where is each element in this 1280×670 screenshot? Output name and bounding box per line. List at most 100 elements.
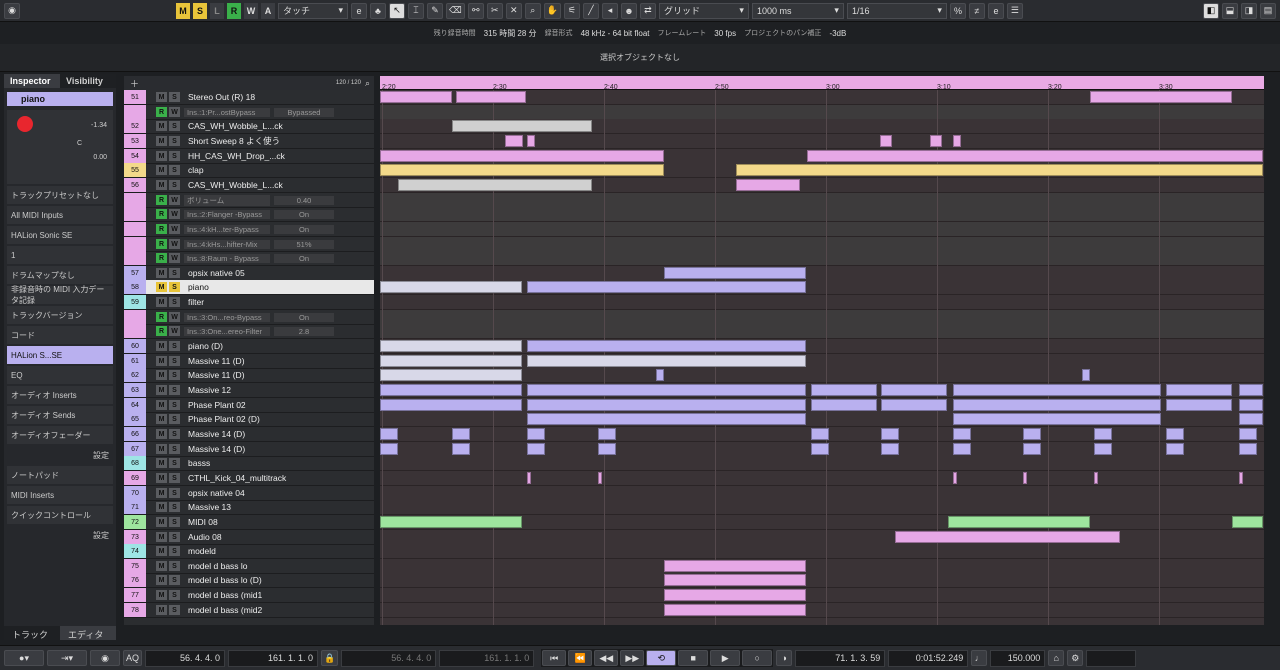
solo-button[interactable]: S xyxy=(169,590,180,600)
track-name[interactable]: piano (D) xyxy=(188,341,223,351)
arrange-lane[interactable] xyxy=(380,237,1264,252)
event[interactable] xyxy=(380,516,522,528)
grid-length-select[interactable]: 1000 ms ▾ xyxy=(751,2,844,19)
record-icon[interactable]: ○ xyxy=(742,650,773,666)
tab-visibility[interactable]: Visibility xyxy=(60,74,116,88)
eraser-tool-icon[interactable]: ⌫ xyxy=(446,2,465,19)
event[interactable] xyxy=(380,164,664,176)
track-name[interactable]: MIDI 08 xyxy=(188,517,218,527)
track-name[interactable]: modeld xyxy=(188,546,216,556)
event[interactable] xyxy=(527,281,806,293)
read-button[interactable]: R xyxy=(156,195,167,205)
solo-mode-button[interactable]: S xyxy=(193,2,207,19)
track-name[interactable]: Massive 11 (D) xyxy=(188,370,245,380)
mute-button[interactable]: M xyxy=(156,121,167,131)
track-row[interactable]: 57 M Sopsix native 05 xyxy=(124,266,374,281)
section-track-versions[interactable]: トラックバージョン xyxy=(7,306,113,324)
write-button[interactable]: W xyxy=(169,224,180,234)
settings-link[interactable]: 設定 xyxy=(7,446,113,464)
mute-button[interactable]: M xyxy=(156,458,167,468)
automation-value[interactable]: On xyxy=(274,209,334,219)
track-name[interactable]: model d bass lo xyxy=(188,561,248,571)
solo-button[interactable]: S xyxy=(169,444,180,454)
track-row[interactable]: 69 M S CTHL_Kick_04_multitrack xyxy=(124,471,374,486)
drum-map[interactable]: ドラムマップなし xyxy=(7,266,113,284)
write-button[interactable]: W xyxy=(169,107,180,117)
event[interactable] xyxy=(1239,443,1257,455)
arrange-lane[interactable] xyxy=(380,295,1264,310)
event[interactable] xyxy=(1166,399,1232,411)
event[interactable] xyxy=(953,428,971,440)
event[interactable] xyxy=(953,399,1161,411)
track-name[interactable]: model d bass lo (D) xyxy=(188,575,262,585)
solo-button[interactable]: S xyxy=(169,385,180,395)
event[interactable] xyxy=(1239,384,1263,396)
event[interactable] xyxy=(948,516,1090,528)
track-row[interactable]: 71 M S Massive 13 xyxy=(124,500,374,515)
line-tool-icon[interactable]: ╱ xyxy=(582,2,599,19)
write-button[interactable]: W xyxy=(169,239,180,249)
event[interactable] xyxy=(811,399,877,411)
track-row[interactable]: 59 M Sfilter xyxy=(124,295,374,310)
solo-button[interactable]: S xyxy=(169,429,180,439)
track-name[interactable]: Phase Plant 02 xyxy=(188,400,246,410)
time-display-icon[interactable]: ◑ xyxy=(776,650,793,666)
mute-mode-button[interactable]: M xyxy=(176,2,190,19)
track-row[interactable]: 61 M S Massive 11 (D) xyxy=(124,354,374,369)
automation-lane[interactable]: R W Ins.:2:Flanger -Bypass On xyxy=(124,207,374,222)
left-locator[interactable]: 56. 4. 4. 0 xyxy=(145,649,226,667)
automation-settings-icon[interactable]: e xyxy=(351,2,367,19)
section-eq[interactable]: EQ xyxy=(7,366,113,384)
track-row[interactable]: 67 M S Massive 14 (D) xyxy=(124,442,374,457)
comp-tool-icon[interactable]: ⚟ xyxy=(563,2,580,19)
track-name[interactable]: CAS_WH_Wobble_L...ck xyxy=(188,180,283,190)
project-window-icon[interactable]: ◉ xyxy=(4,2,20,19)
section-notepad[interactable]: ノートパッド xyxy=(7,466,113,484)
event[interactable] xyxy=(953,384,1161,396)
event[interactable] xyxy=(598,472,602,484)
track-row[interactable]: 76 M Smodel d bass lo (D) xyxy=(124,573,374,588)
track-name[interactable]: model d bass (mid2 xyxy=(188,605,262,615)
event[interactable] xyxy=(380,91,452,103)
event[interactable] xyxy=(380,355,522,367)
add-track-icon[interactable]: ＋ xyxy=(130,77,139,90)
read-button[interactable]: R xyxy=(156,326,167,336)
record-mode-select[interactable]: ●▾ xyxy=(4,650,44,666)
event[interactable] xyxy=(380,281,522,293)
track-name[interactable]: Stereo Out (R) 18 xyxy=(188,92,255,102)
mute-button[interactable]: M xyxy=(156,546,167,556)
punch-out-position[interactable]: 161. 1. 1. 0 xyxy=(439,649,535,667)
solo-button[interactable]: S xyxy=(169,165,180,175)
arrange-lane[interactable] xyxy=(380,222,1264,237)
automation-value[interactable]: 2.8 xyxy=(274,326,334,336)
track-row[interactable]: 75 M Smodel d bass lo xyxy=(124,559,374,574)
inspector-track-name[interactable]: piano xyxy=(7,92,113,106)
quantize-edit-icon[interactable]: e xyxy=(987,2,1004,19)
arrange-lane[interactable] xyxy=(380,251,1264,266)
solo-button[interactable]: S xyxy=(169,575,180,585)
mute-button[interactable]: M xyxy=(156,92,167,102)
track-row[interactable]: 65 M S Phase Plant 02 (D) xyxy=(124,412,374,427)
play-icon[interactable]: ▶ xyxy=(710,650,741,666)
section-chords[interactable]: コード xyxy=(7,326,113,344)
event[interactable] xyxy=(505,135,523,147)
track-name[interactable]: Short Sweep 8 よく使う xyxy=(188,135,280,147)
mute-button[interactable]: M xyxy=(156,356,167,366)
event[interactable] xyxy=(527,428,545,440)
automation-lane[interactable]: R W Ins.:4:kHs...hifter-Mix 51% xyxy=(124,237,374,252)
automation-value[interactable]: 0.40 xyxy=(274,195,334,205)
automation-mode-select[interactable]: タッチ ▾ xyxy=(278,2,348,19)
section-quick-controls[interactable]: クイックコントロール xyxy=(7,506,113,524)
track-name[interactable]: Massive 11 (D) xyxy=(188,356,245,366)
track-row[interactable]: 54 M S HH_CAS_WH_Drop_...ck xyxy=(124,149,374,164)
mute-button[interactable]: M xyxy=(156,370,167,380)
write-button[interactable]: W xyxy=(169,326,180,336)
event[interactable] xyxy=(527,472,531,484)
primary-time-display[interactable]: 71. 1. 3. 59 xyxy=(795,649,886,667)
mute-button[interactable]: M xyxy=(156,532,167,542)
solo-button[interactable]: S xyxy=(169,136,180,146)
track-name[interactable]: CTHL_Kick_04_multitrack xyxy=(188,473,286,483)
event[interactable] xyxy=(1023,472,1027,484)
pencil-tool-icon[interactable]: ✎ xyxy=(427,2,443,19)
tempo-display[interactable]: 150.000 xyxy=(990,649,1046,667)
